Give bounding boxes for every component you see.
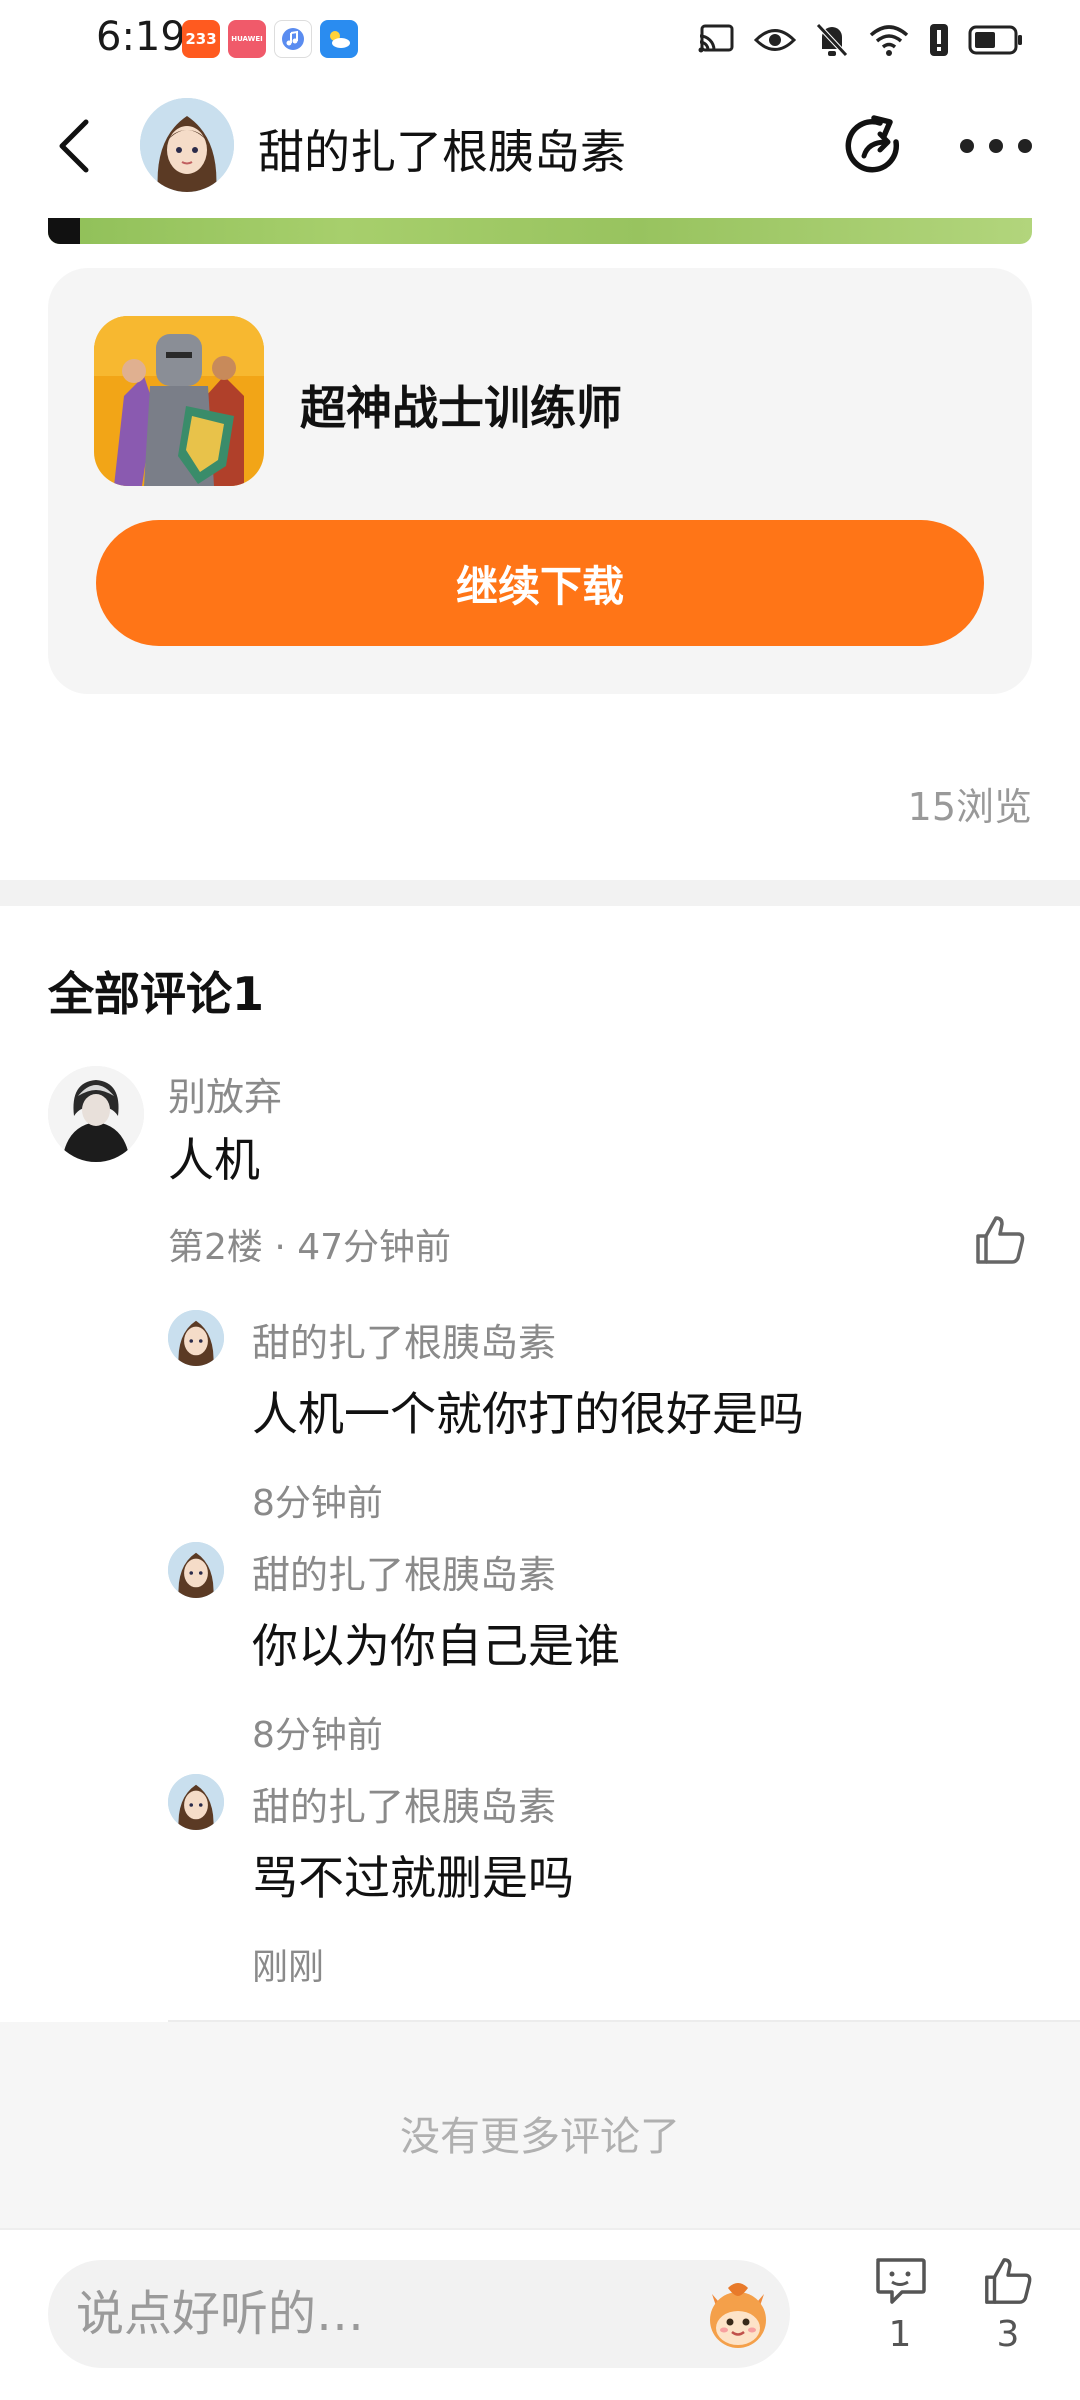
end-of-comments: 没有更多评论了 — [0, 2022, 1080, 2228]
avatar-image — [168, 1310, 224, 1366]
reply-username[interactable]: 甜的扎了根胰岛素 — [252, 1312, 556, 1367]
wifi-icon — [869, 25, 909, 56]
section-divider — [0, 880, 1080, 906]
weather-app-icon — [320, 20, 358, 58]
screen: 6:19 233 HUAWEI 甜的扎了根胰岛素 超神战士训练师 继续下载 15… — [0, 0, 1080, 2400]
reply-time: 8分钟前 — [252, 1715, 383, 1756]
233-app-icon: 233 — [182, 20, 220, 58]
mute-bell-icon — [816, 23, 848, 57]
comments-section-title: 全部评论1 — [48, 967, 265, 1021]
music-app-icon — [274, 20, 312, 58]
no-more-comments-text: 没有更多评论了 — [400, 2114, 680, 2160]
reply-username[interactable]: 甜的扎了根胰岛素 — [252, 1544, 556, 1599]
bottom-bar: 1 3 — [0, 2228, 1080, 2400]
status-time: 6:19 — [96, 14, 186, 60]
reply-username[interactable]: 甜的扎了根胰岛素 — [252, 1776, 556, 1831]
avatar-image — [140, 98, 234, 192]
reply-text: 人机一个就你打的很好是吗 — [252, 1387, 804, 1441]
huawei-app-icon: HUAWEI — [228, 20, 266, 58]
comment-text: 人机 — [168, 1133, 260, 1187]
back-button[interactable] — [44, 114, 104, 178]
comment-meta: 第2楼 · 47分钟前 — [168, 1227, 452, 1268]
commenter-avatar[interactable] — [48, 1066, 144, 1162]
battery-icon — [968, 25, 1022, 55]
avatar-image — [168, 1542, 224, 1598]
status-bar: 6:19 233 HUAWEI — [0, 0, 1080, 80]
game-name: 超神战士训练师 — [300, 381, 622, 435]
more-options-button[interactable] — [960, 126, 1032, 166]
eye-icon — [754, 29, 796, 51]
reply-text: 骂不过就删是吗 — [252, 1851, 574, 1905]
cast-icon — [698, 24, 734, 53]
reply-time: 刚刚 — [252, 1947, 325, 1988]
view-count: 15浏览 — [907, 785, 1032, 829]
reply-avatar[interactable] — [168, 1542, 224, 1598]
share-button[interactable] — [840, 112, 908, 180]
comment-icon — [876, 2258, 926, 2304]
like-count: 3 — [996, 2314, 1020, 2355]
comment-input[interactable] — [76, 2278, 676, 2350]
like-count-button[interactable]: 3 — [968, 2254, 1048, 2374]
more-dot-icon — [989, 139, 1003, 153]
status-icons — [696, 20, 1024, 60]
emoji-button[interactable] — [698, 2274, 778, 2354]
mascot-emoji-icon — [710, 2283, 766, 2348]
author-avatar[interactable] — [140, 98, 234, 192]
reply-time: 8分钟前 — [252, 1483, 383, 1524]
back-arrow-icon — [59, 119, 89, 173]
share-icon — [845, 115, 900, 173]
thumbs-up-icon — [976, 1216, 1025, 1264]
avatar-image — [48, 1066, 144, 1162]
game-icon[interactable] — [94, 316, 264, 486]
game-cover-image — [94, 316, 264, 486]
comment-count-button[interactable]: 1 — [860, 2254, 940, 2374]
alert-icon — [930, 24, 948, 56]
comment-username[interactable]: 别放弃 — [168, 1066, 282, 1121]
avatar-image — [168, 1774, 224, 1830]
post-image[interactable] — [48, 218, 1032, 244]
reply-avatar[interactable] — [168, 1310, 224, 1366]
image-edge — [48, 218, 80, 244]
more-dot-icon — [1018, 139, 1032, 153]
header: 甜的扎了根胰岛素 — [0, 86, 1080, 206]
comment-like-button[interactable] — [972, 1212, 1028, 1268]
thumbs-up-icon — [985, 2258, 1032, 2304]
comment-count: 1 — [888, 2314, 912, 2355]
page-title: 甜的扎了根胰岛素 — [258, 125, 626, 179]
game-card[interactable]: 超神战士训练师 继续下载 — [48, 268, 1032, 694]
reply-avatar[interactable] — [168, 1774, 224, 1830]
comment-input-box[interactable] — [48, 2260, 790, 2368]
reply-text: 你以为你自己是谁 — [252, 1619, 620, 1673]
more-dot-icon — [960, 139, 974, 153]
continue-download-button[interactable]: 继续下载 — [96, 520, 984, 646]
